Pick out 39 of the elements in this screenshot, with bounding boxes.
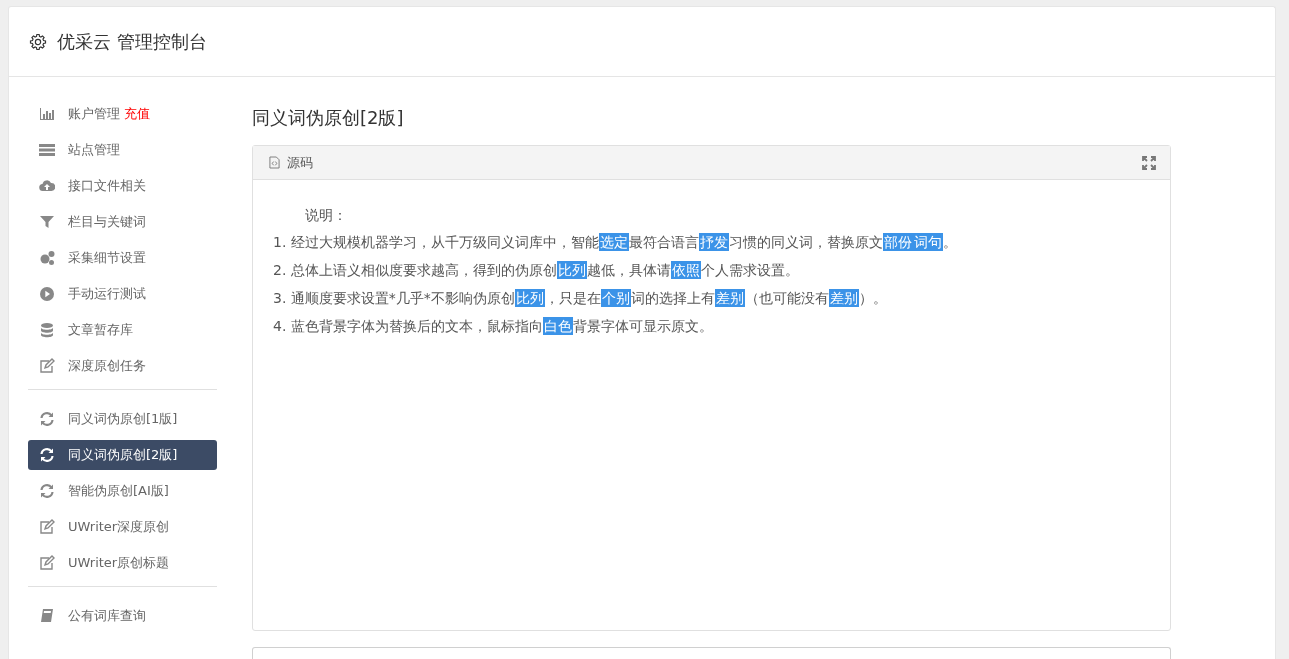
sidebar-item[interactable]: UWriter原创标题 [28,548,217,578]
recharge-link[interactable]: 充值 [124,105,150,123]
instruction-line: 1. 经过大规模机器学习，从千万级同义词库中，智能选定最符合语言抒发习惯的同义词，替换原文部份词句。 [273,232,958,253]
sidebar-item[interactable]: 栏目与关键词 [28,207,217,237]
page-title: 同义词伪原创[2版] [252,106,405,130]
settings-icon [29,32,47,51]
panel-title: 源码 [287,153,313,172]
sidebar-item[interactable]: UWriter深度原创 [28,512,217,542]
sidebar-item[interactable]: 文章暂存库 [28,315,217,345]
sidebar-item[interactable]: 同义词伪原创[1版] [28,404,217,434]
filter-icon [39,214,55,230]
instruction-line: 4. 蓝色背景字体为替换后的文本，鼠标指向 白色背景字体可显示原文。 [273,316,714,337]
sidebar-item[interactable]: 手动运行测试 [28,279,217,309]
edit-icon [39,555,55,571]
refresh-icon [39,483,55,499]
code-file-icon [269,156,280,169]
play-icon [39,286,55,302]
cloud-upload-icon [39,178,55,194]
sidebar-item[interactable]: 账户管理 充值 [28,99,217,129]
bar-chart-icon [39,106,55,122]
sidebar-item[interactable]: 采集细节设置 [28,243,217,273]
instruction-line: 2. 总体上语义相似度要求越高，得到的伪原创 比列越低，具体请依照个人需求设置。 [273,260,800,281]
edit-icon [39,358,55,374]
sidebar-item[interactable]: 深度原创任务 [28,351,217,381]
app-title: 优采云 管理控制台 [57,29,207,54]
fullscreen-icon[interactable] [1142,155,1156,170]
book-icon [39,608,55,624]
server-icon [39,142,55,158]
refresh-icon [39,447,55,463]
description-heading: 说明： [304,206,348,225]
sidebar-item[interactable]: 智能伪原创[AI版] [28,476,217,506]
sidebar-item[interactable]: 同义词伪原创[2版] [28,440,217,470]
sidebar-item[interactable]: 接口文件相关 [28,171,217,201]
instruction-line: 3. 通顺度要求设置*几乎*不影响伪原创 比列，只是在个别词的选择上有差别（也可能没有差别）。 [273,288,888,309]
sidebar-item[interactable]: 站点管理 [28,135,217,165]
database-icon [39,322,55,338]
edit-icon [39,519,55,535]
refresh-icon [39,411,55,427]
sidebar-item[interactable]: 公有词库查询 [28,601,217,631]
